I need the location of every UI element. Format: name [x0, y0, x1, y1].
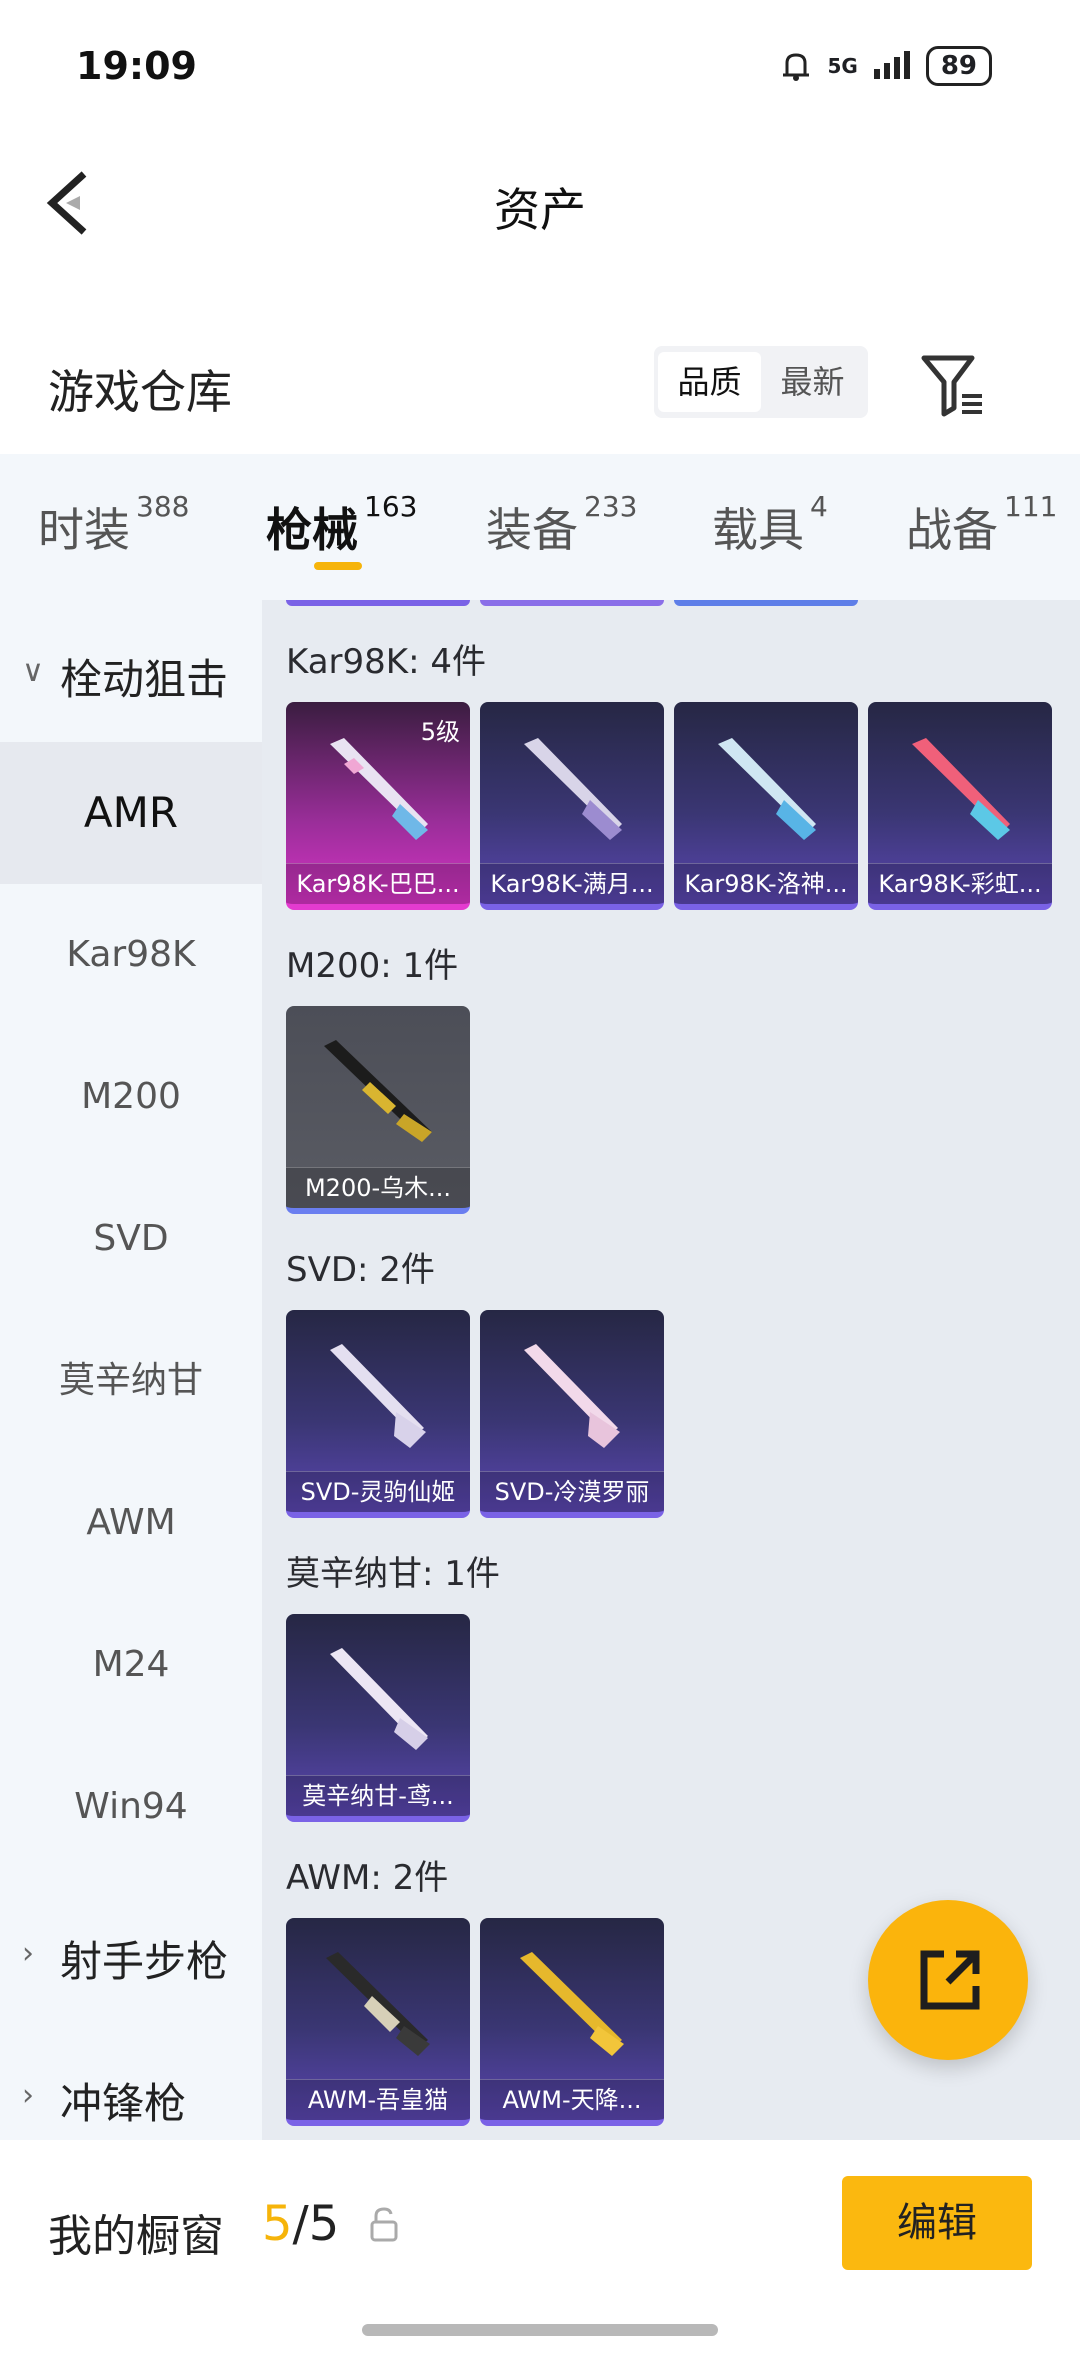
showcase-total: 5 [308, 2196, 340, 2252]
partial-card [674, 600, 858, 606]
weapon-card[interactable]: Kar98K-满月... [480, 702, 664, 910]
sidebar-item-m200[interactable]: M200 [0, 1026, 262, 1168]
weapon-card[interactable]: 5级 Kar98K-巴巴... [286, 702, 470, 910]
sidebar-item-mosin[interactable]: 莫辛纳甘 [0, 1310, 262, 1452]
tab-count: 388 [136, 490, 190, 523]
tab-firearms[interactable]: 枪械 163 [266, 490, 417, 560]
tab-fashion[interactable]: 时装 388 [38, 490, 189, 560]
filter-button[interactable] [918, 350, 990, 420]
sidebar-group-label: 射手步枪 [60, 1937, 229, 1986]
warehouse-title: 游戏仓库 [48, 365, 232, 419]
tab-equipment[interactable]: 装备 233 [486, 490, 637, 560]
group-title-m200: M200: 1件 [286, 946, 459, 986]
weapon-name: SVD-冷漠罗丽 [480, 1471, 664, 1512]
status-icons: 5G 89 [779, 46, 992, 86]
sidebar-group-label: 栓动狙击 [60, 655, 229, 704]
weapon-name: Kar98K-洛神... [674, 863, 858, 904]
edit-button[interactable]: 编辑 [842, 2176, 1032, 2270]
rifle-icon [524, 738, 622, 840]
group-title-kar98k: Kar98K: 4件 [286, 642, 486, 682]
weapon-name: 莫辛纳甘-鸢... [286, 1775, 470, 1816]
weapon-card[interactable]: AWM-吾皇猫 [286, 1918, 470, 2126]
sidebar-item-win94[interactable]: Win94 [0, 1736, 262, 1878]
battery-indicator: 89 [925, 46, 992, 86]
home-indicator [362, 2324, 718, 2336]
weapon-card[interactable]: SVD-冷漠罗丽 [480, 1310, 664, 1518]
filter-icon [921, 355, 982, 417]
group-title-svd: SVD: 2件 [286, 1250, 435, 1290]
tab-vehicles[interactable]: 载具 4 [712, 490, 828, 560]
weapon-card[interactable]: 莫辛纳甘-鸢... [286, 1614, 470, 1822]
tab-label: 装备 [486, 503, 578, 557]
weapon-card[interactable]: AWM-天降... [480, 1918, 664, 2126]
weapon-name: AWM-吾皇猫 [286, 2079, 470, 2120]
partial-card [286, 600, 470, 606]
weapon-card[interactable]: SVD-灵驹仙姬 [286, 1310, 470, 1518]
rifle-icon [330, 1344, 426, 1448]
sidebar-group-label: 冲锋枪 [60, 2079, 187, 2128]
showcase-separator: / [292, 2196, 309, 2252]
sidebar-item-awm[interactable]: AWM [0, 1452, 262, 1594]
weapon-name: Kar98K-满月... [480, 863, 664, 904]
tab-label: 战备 [906, 503, 998, 557]
tab-label: 时装 [38, 503, 130, 557]
sort-newest-option[interactable]: 最新 [761, 352, 864, 412]
sidebar-item-amr[interactable]: AMR [0, 742, 262, 884]
tab-label: 枪械 [266, 503, 358, 557]
group-title-awm: AWM: 2件 [286, 1858, 449, 1898]
rifle-icon [330, 738, 428, 840]
lock-icon [368, 2206, 400, 2242]
tab-count: 4 [810, 490, 828, 523]
tab-label: 载具 [712, 503, 804, 557]
chevron-right-icon: › [22, 2078, 34, 2113]
rifle-icon [330, 1648, 428, 1750]
weapon-card[interactable]: Kar98K-彩虹... [868, 702, 1052, 910]
active-tab-indicator [314, 562, 362, 570]
chevron-right-icon: › [22, 1936, 34, 1971]
showcase-count: 5/5 [262, 2196, 339, 2252]
rifle-icon [524, 1344, 620, 1448]
signal-icon [873, 51, 910, 79]
weapon-name: M200-乌木... [286, 1167, 470, 1208]
weapon-card[interactable]: M200-乌木... [286, 1006, 470, 1214]
sidebar-item-svd[interactable]: SVD [0, 1168, 262, 1310]
weapon-name: SVD-灵驹仙姬 [286, 1471, 470, 1512]
group-title-mosin: 莫辛纳甘: 1件 [286, 1554, 500, 1594]
sort-quality-option[interactable]: 品质 [658, 352, 761, 412]
weapon-name: Kar98K-彩虹... [868, 863, 1052, 904]
showcase-label: 我的橱窗 [48, 2211, 224, 2262]
tab-count: 163 [364, 490, 418, 523]
sidebar-item-m24[interactable]: M24 [0, 1594, 262, 1736]
share-icon [920, 1950, 980, 2010]
tab-count: 111 [1004, 490, 1058, 523]
weapon-name: AWM-天降... [480, 2079, 664, 2120]
weapon-name: Kar98K-巴巴... [286, 863, 470, 904]
notification-icon [783, 53, 810, 81]
rifle-icon [718, 738, 816, 840]
tab-supplies[interactable]: 战备 111 [906, 490, 1057, 560]
rifle-icon [912, 738, 1010, 840]
showcase-current: 5 [262, 2196, 293, 2252]
chevron-down-icon: ∨ [22, 654, 44, 689]
partial-card [480, 600, 664, 606]
weapon-card[interactable]: Kar98K-洛神... [674, 702, 858, 910]
tab-count: 233 [584, 490, 638, 523]
page-title: 资产 [494, 183, 586, 237]
rifle-icon [324, 1040, 432, 1142]
rifle-icon [520, 1952, 624, 2056]
category-tabs: 时装 388 枪械 163 装备 233 载具 4 战备 111 [0, 454, 1080, 600]
share-button[interactable] [868, 1900, 1028, 2060]
status-time: 19:09 [76, 44, 197, 88]
sort-toggle: 品质 最新 [654, 346, 868, 418]
sidebar-item-kar98k[interactable]: Kar98K [0, 884, 262, 1026]
weapon-type-sidebar: ∨ 栓动狙击 AMR Kar98K M200 SVD 莫辛纳甘 AWM M24 … [0, 600, 262, 2140]
network-label: 5G [827, 54, 858, 78]
rifle-icon [326, 1952, 430, 2056]
